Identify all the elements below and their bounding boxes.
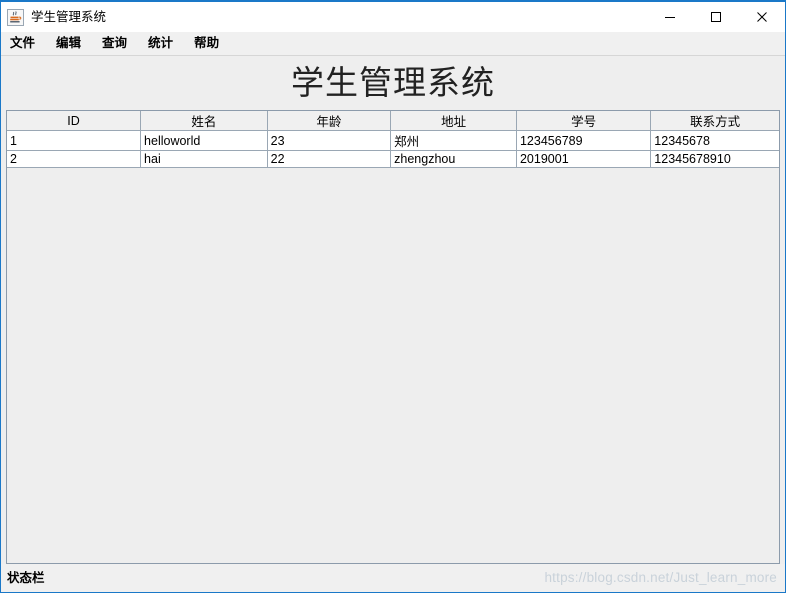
- cell-student-number[interactable]: 123456789: [516, 130, 652, 152]
- cell-id[interactable]: 1: [7, 130, 142, 152]
- page-title: 学生管理系统: [291, 66, 495, 102]
- minimize-button[interactable]: [647, 2, 693, 32]
- menu-item-file[interactable]: 文件: [9, 35, 44, 52]
- content-panel: 学生管理系统 ID 姓名 年龄 地址 学号 联系方式 1 helloworld …: [1, 56, 785, 564]
- menu-item-edit[interactable]: 编辑: [55, 35, 90, 52]
- cell-contact[interactable]: 12345678910: [650, 150, 779, 169]
- cell-student-number[interactable]: 2019001: [516, 150, 652, 169]
- cell-contact[interactable]: 12345678: [650, 130, 779, 152]
- menu-bar: 文件 编辑 查询 统计 帮助: [1, 32, 785, 56]
- status-bar: 状态栏: [1, 564, 785, 592]
- table-row[interactable]: 1 helloworld 23 郑州 123456789 12345678: [7, 130, 779, 152]
- java-cup-icon: [7, 8, 24, 26]
- cell-id[interactable]: 2: [7, 150, 142, 169]
- cell-address[interactable]: zhengzhou: [390, 150, 517, 169]
- maximize-button[interactable]: [693, 2, 739, 32]
- window-controls: [647, 2, 785, 32]
- column-header-address[interactable]: 地址: [390, 111, 517, 132]
- close-button[interactable]: [739, 2, 785, 32]
- status-label: 状态栏: [7, 570, 45, 585]
- table-empty-area: [7, 168, 779, 563]
- student-table: ID 姓名 年龄 地址 学号 联系方式 1 helloworld 23 郑州 1: [7, 111, 779, 169]
- table-row[interactable]: 2 hai 22 zhengzhou 2019001 12345678910: [7, 150, 779, 169]
- menu-item-help[interactable]: 帮助: [193, 35, 228, 52]
- column-header-student-number[interactable]: 学号: [516, 111, 652, 132]
- column-header-contact[interactable]: 联系方式: [650, 111, 779, 132]
- column-header-age[interactable]: 年龄: [267, 111, 392, 132]
- cell-age[interactable]: 23: [267, 130, 392, 152]
- cell-name[interactable]: hai: [140, 150, 268, 169]
- cell-address[interactable]: 郑州: [390, 130, 517, 152]
- title-bar: 学生管理系统: [1, 2, 785, 32]
- cell-age[interactable]: 22: [267, 150, 392, 169]
- cell-name[interactable]: helloworld: [140, 130, 268, 152]
- student-table-container[interactable]: ID 姓名 年龄 地址 学号 联系方式 1 helloworld 23 郑州 1: [6, 110, 780, 564]
- window-title: 学生管理系统: [31, 9, 107, 24]
- menu-item-query[interactable]: 查询: [101, 35, 136, 52]
- column-header-id[interactable]: ID: [7, 111, 142, 132]
- title-bar-left: 学生管理系统: [1, 8, 107, 26]
- column-header-name[interactable]: 姓名: [140, 111, 268, 132]
- menu-item-statistics[interactable]: 统计: [147, 35, 182, 52]
- application-window: 学生管理系统 文件 编辑 查询 统计 帮助 学生管理系统 ID 姓名 年龄 地址…: [0, 0, 786, 593]
- table-header-row: ID 姓名 年龄 地址 学号 联系方式: [7, 111, 779, 132]
